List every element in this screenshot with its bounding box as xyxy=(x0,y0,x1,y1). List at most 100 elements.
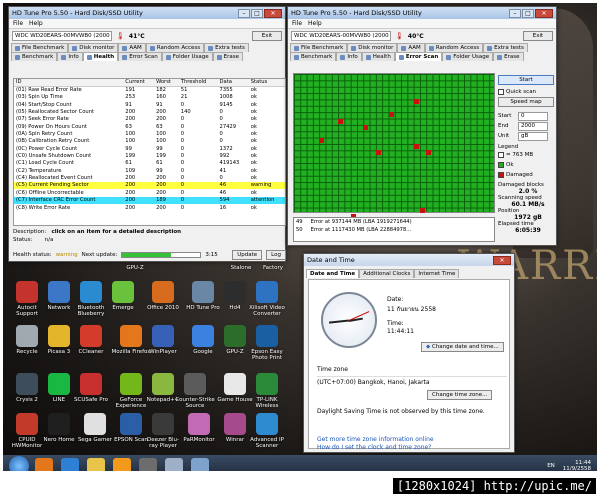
menu-file[interactable]: File xyxy=(292,20,302,27)
tab-disk-monitor[interactable]: Disk monitor xyxy=(68,43,119,52)
desktop-icon[interactable]: PaRMonitor xyxy=(179,413,219,443)
clock-help-link[interactable]: How do I set the clock and time zone? xyxy=(317,444,431,451)
explorer-taskbar-icon[interactable] xyxy=(87,458,105,471)
desktop-icon[interactable]: Emerge xyxy=(103,281,143,311)
table-row[interactable]: (0A) Spin Retry Count 100 100 0 0 ok xyxy=(14,130,285,137)
tab-additional-clocks[interactable]: Additional Clocks xyxy=(359,269,415,278)
tab-file-benchmark[interactable]: File Benchmark xyxy=(290,43,348,52)
drive-select[interactable]: WDC WD20EARS-00MVWB0 (2000 gB) xyxy=(12,31,112,41)
drive-select[interactable]: WDC WD20EARS-00MVWB0 (2000 gB) xyxy=(291,31,391,41)
desktop-icon[interactable]: Sega Gamer xyxy=(75,413,115,443)
language-indicator[interactable]: EN xyxy=(547,463,555,469)
update-button[interactable]: Update xyxy=(232,250,263,260)
desktop-icon[interactable]: TP-LINK Wireless xyxy=(247,373,287,409)
desktop-icon[interactable]: Nero Home xyxy=(39,413,79,443)
column-header[interactable]: Threshold xyxy=(178,79,218,87)
tab-health[interactable]: Health xyxy=(361,52,395,61)
tab-aam[interactable]: AAM xyxy=(118,43,146,52)
menu-help[interactable]: Help xyxy=(29,20,43,27)
desktop-icon[interactable]: SCUSafe Pro xyxy=(71,373,111,403)
tab-random-access[interactable]: Random Access xyxy=(145,43,205,52)
tab-health[interactable]: Health xyxy=(82,52,119,61)
date-taskbar-icon[interactable] xyxy=(165,458,183,471)
tab-info[interactable]: Info xyxy=(57,52,83,61)
tab-aam[interactable]: AAM xyxy=(397,43,425,52)
titlebar[interactable]: HD Tune Pro 5.50 - Hard Disk/SSD Utility… xyxy=(288,7,556,19)
table-row[interactable]: (C6) Offline Uncorrectable 200 200 0 46 ok xyxy=(14,189,285,196)
tab-random-access[interactable]: Random Access xyxy=(424,43,484,52)
titlebar[interactable]: HD Tune Pro 5.50 - Hard Disk/SSD Utility… xyxy=(9,7,285,19)
close-button[interactable]: ✕ xyxy=(493,255,511,265)
media-taskbar-icon[interactable] xyxy=(113,458,131,471)
table-row[interactable]: (C4) Reallocated Event Count 200 200 0 0 ok xyxy=(14,174,285,181)
close-button[interactable]: ✕ xyxy=(264,8,282,18)
table-row[interactable]: (C0) Unsafe Shutdown Count 199 199 0 992 ok xyxy=(14,152,285,159)
menu-help[interactable]: Help xyxy=(308,20,322,27)
table-row[interactable]: (04) Start/Stop Count 91 91 0 9145 ok xyxy=(14,101,285,108)
log-button[interactable]: Log xyxy=(266,250,286,260)
table-row[interactable]: (07) Seek Error Rate 200 200 0 0 ok xyxy=(14,116,285,123)
desktop-icon[interactable]: WinPlayer xyxy=(143,325,183,355)
column-header[interactable]: Data xyxy=(217,79,249,87)
minimize-button[interactable]: – xyxy=(509,8,521,18)
maximize-button[interactable]: □ xyxy=(522,8,534,18)
start-button[interactable]: Start xyxy=(498,75,554,85)
column-header[interactable]: Worst xyxy=(154,79,179,87)
column-header[interactable]: Status xyxy=(248,79,285,87)
tab-disk-monitor[interactable]: Disk monitor xyxy=(347,43,398,52)
maximize-button[interactable]: □ xyxy=(251,8,263,18)
tab-error-scan[interactable]: Error Scan xyxy=(394,52,443,61)
tab-benchmark[interactable]: Benchmark xyxy=(290,52,337,61)
tab-date-and-time[interactable]: Date and Time xyxy=(306,269,360,278)
end-input[interactable]: 2000 xyxy=(518,121,548,131)
table-row[interactable]: (0C) Power Cycle Count 99 99 0 1372 ok xyxy=(14,145,285,152)
desktop-icon[interactable]: Counter-Strike Source xyxy=(175,373,215,409)
change-date-time-button[interactable]: ◆ Change date and time... xyxy=(421,342,504,352)
tab-info[interactable]: Info xyxy=(336,52,362,61)
quick-scan-checkbox[interactable] xyxy=(498,89,504,95)
change-timezone-button[interactable]: Change time zone... xyxy=(427,390,493,400)
timezone-info-link[interactable]: Get more time zone information online xyxy=(317,436,434,443)
desktop-icon[interactable]: Deezer Blu-ray Player xyxy=(143,413,183,449)
table-row[interactable]: (01) Raw Read Error Rate 191 182 51 7355 ok xyxy=(14,86,285,93)
table-row[interactable]: (0B) Calibration Retry Count 100 100 0 0 ok xyxy=(14,138,285,145)
table-row[interactable]: (C1) Load Cycle Count 61 61 0 419143 ok xyxy=(14,160,285,167)
speed-map-button[interactable]: Speed map xyxy=(498,97,554,107)
tab-extra-tests[interactable]: Extra tests xyxy=(483,43,528,52)
clock-taskbar-icon[interactable] xyxy=(191,458,209,471)
exit-button[interactable]: Exit xyxy=(523,31,553,41)
tab-internet-time[interactable]: Internet Time xyxy=(414,269,460,278)
start-input[interactable]: 0 xyxy=(518,111,548,121)
close-button[interactable]: ✕ xyxy=(535,8,553,18)
ie-taskbar-icon[interactable] xyxy=(61,458,79,471)
table-row[interactable]: (05) Reallocated Sector Count 200 200 140 0 o… xyxy=(14,108,285,115)
tab-erase[interactable]: Erase xyxy=(212,52,244,61)
desktop-icon[interactable]: Advanced IP Scanner xyxy=(247,413,287,449)
unit-select[interactable]: gB xyxy=(518,131,548,141)
tab-extra-tests[interactable]: Extra tests xyxy=(204,43,249,52)
table-row[interactable]: (C7) Interface CRC Error Count 200 189 0 594… xyxy=(14,196,285,204)
menu-file[interactable]: File xyxy=(13,20,23,27)
table-row[interactable]: (C2) Temperature 109 99 0 41 ok xyxy=(14,167,285,174)
desktop-icon[interactable]: Xilisoft Video Converter xyxy=(247,281,287,317)
minimize-button[interactable]: – xyxy=(238,8,250,18)
tab-benchmark[interactable]: Benchmark xyxy=(11,52,58,61)
tab-error-scan[interactable]: Error Scan xyxy=(118,52,162,61)
tab-folder-usage[interactable]: Folder Usage xyxy=(161,52,213,61)
titlebar[interactable]: Date and Time ✕ xyxy=(304,254,514,266)
table-row[interactable]: (C5) Current Pending Sector 200 200 0 46 warn… xyxy=(14,181,285,190)
exit-button[interactable]: Exit xyxy=(252,31,282,41)
table-row[interactable]: (03) Spin Up Time 253 160 21 1008 ok xyxy=(14,94,285,101)
desktop-icon[interactable]: Epson Easy Photo Print xyxy=(247,325,287,361)
desktop-icon[interactable]: CCleaner xyxy=(71,325,111,355)
tab-folder-usage[interactable]: Folder Usage xyxy=(442,52,494,61)
table-row[interactable]: (09) Power On Hours Count 63 63 0 27429 ok xyxy=(14,123,285,130)
desktop-icon[interactable]: Office 2010 xyxy=(143,281,183,311)
firefox-taskbar-icon[interactable] xyxy=(35,458,53,471)
column-header[interactable]: ID xyxy=(14,79,124,87)
column-header[interactable]: Current xyxy=(123,79,155,87)
tab-file-benchmark[interactable]: File Benchmark xyxy=(11,43,69,52)
tray-clock[interactable]: 11:44 11/9/2558 xyxy=(563,460,591,471)
tab-erase[interactable]: Erase xyxy=(493,52,524,61)
hdtune-taskbar-icon[interactable] xyxy=(139,458,157,471)
